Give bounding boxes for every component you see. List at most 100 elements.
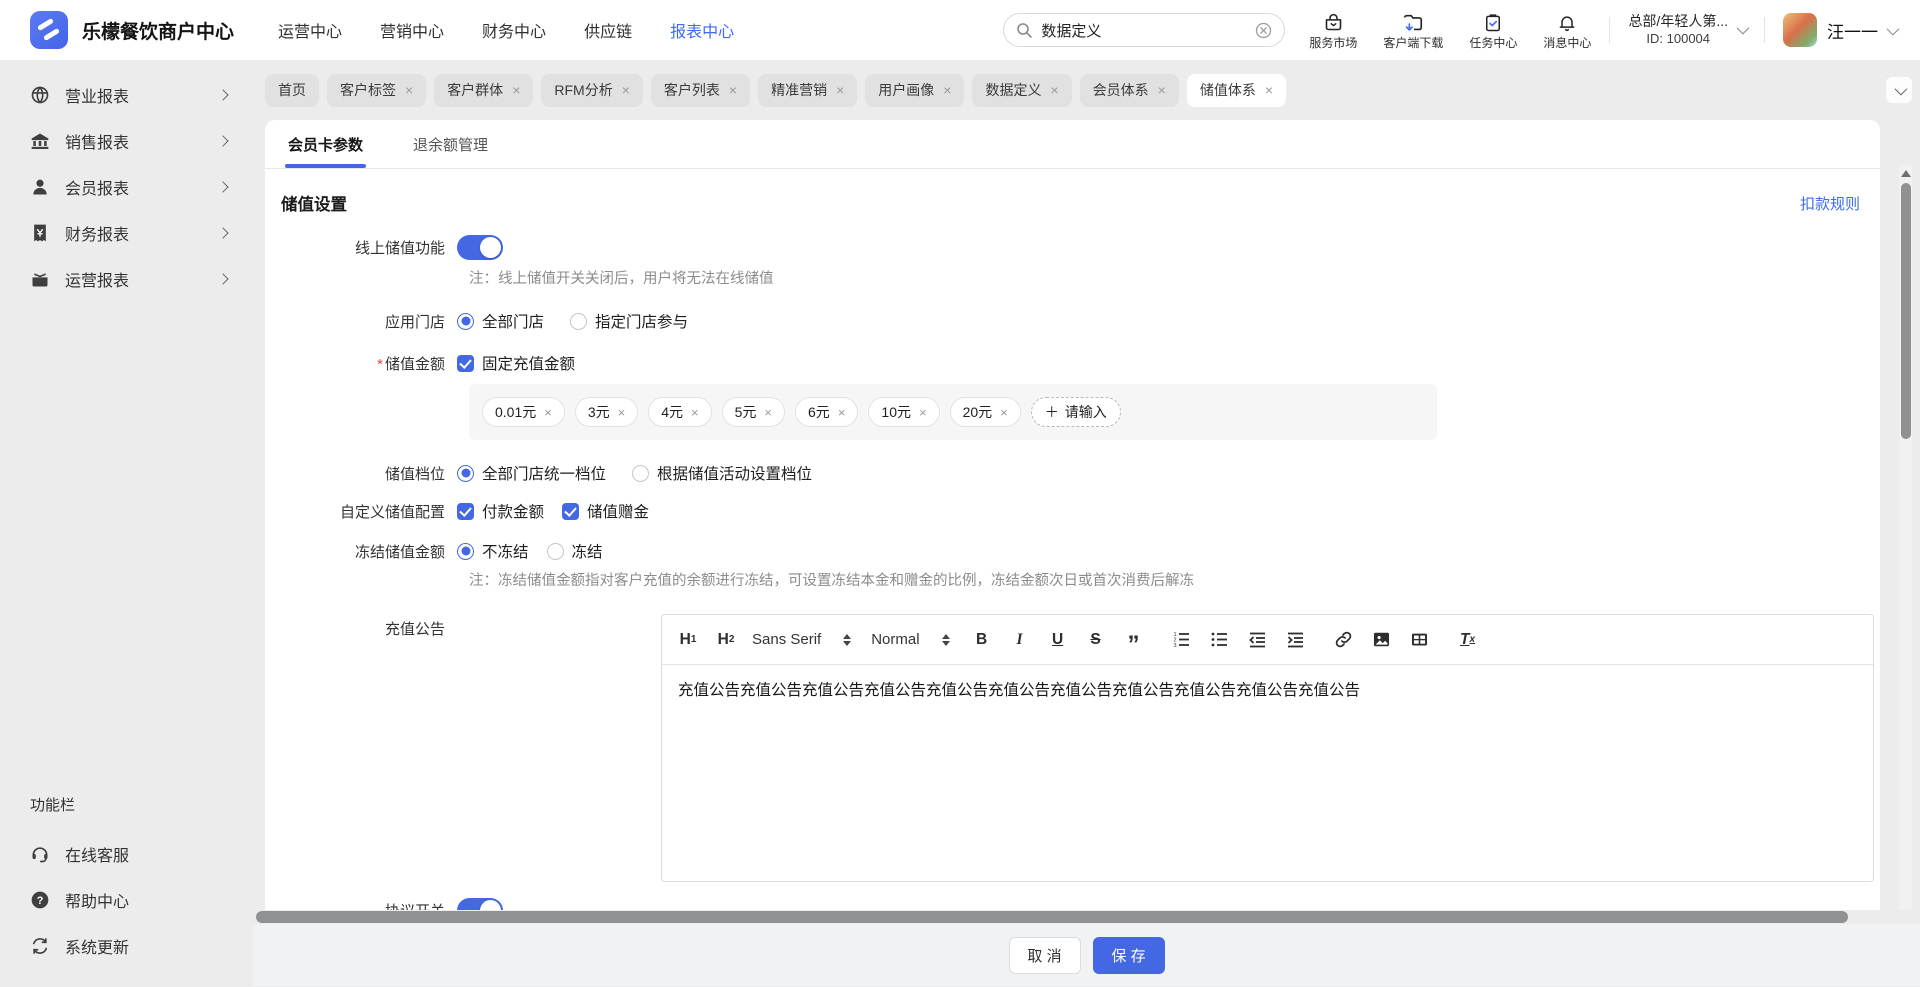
vertical-scrollbar-thumb[interactable] [1900, 183, 1911, 439]
save-button[interactable]: 保 存 [1092, 936, 1165, 974]
close-icon[interactable]: × [729, 83, 737, 97]
checkbox-payment-amount[interactable]: 付款金额 [457, 500, 544, 522]
video-button[interactable] [1408, 627, 1432, 653]
page-tab-data-definition[interactable]: 数据定义 × [972, 73, 1072, 107]
font-size-select[interactable]: Normal [871, 631, 950, 648]
user-menu[interactable]: 汪一一 [1783, 13, 1900, 47]
radio-unified-tier[interactable]: 全部门店统一档位 [457, 462, 606, 484]
blockquote-button[interactable]: ” [1122, 627, 1146, 656]
close-icon[interactable]: × [544, 406, 552, 419]
close-icon[interactable]: × [622, 83, 630, 97]
quick-client-download[interactable]: 客户端下载 [1383, 12, 1443, 49]
quick-task-center[interactable]: 任务中心 [1469, 12, 1517, 49]
sidebar-item-label: 财务报表 [65, 227, 130, 244]
radio-freeze[interactable]: 冻结 [546, 540, 603, 562]
editor-content[interactable]: 充值公告充值公告充值公告充值公告充值公告充值公告充值公告充值公告充值公告充值公告… [662, 665, 1873, 881]
tab-refund-balance-management[interactable]: 退余额管理 [410, 120, 491, 168]
checkbox-fixed-recharge-amount[interactable]: 固定充值金额 [457, 352, 575, 374]
sidebar-item-online-support[interactable]: 在线客服 [0, 831, 253, 877]
search-input[interactable] [1041, 21, 1248, 39]
sidebar-item-member-report[interactable]: 会员报表 [0, 164, 253, 210]
clipboard-check-icon [1469, 12, 1517, 34]
close-icon[interactable]: × [764, 406, 772, 419]
close-icon[interactable]: × [836, 83, 844, 97]
close-icon[interactable]: × [618, 406, 626, 419]
checkbox-stored-bonus[interactable]: 储值赠金 [562, 500, 649, 522]
strikethrough-button[interactable]: S [1084, 627, 1108, 653]
heading1-button[interactable]: H1 [676, 627, 700, 653]
close-icon[interactable]: × [1050, 83, 1058, 97]
underline-button[interactable]: U [1046, 627, 1070, 653]
tab-member-card-params[interactable]: 会员卡参数 [285, 120, 367, 168]
deduction-rules-link[interactable]: 扣款规则 [1800, 193, 1860, 214]
outdent-button[interactable] [1246, 627, 1270, 653]
heading2-button[interactable]: H2 [714, 627, 738, 653]
close-icon[interactable]: × [405, 83, 413, 97]
page-tab-user-profile[interactable]: 用户画像 × [865, 73, 965, 107]
tabstrip-more-button[interactable] [1886, 77, 1912, 103]
page-tab-rfm-analysis[interactable]: RFM分析 × [541, 73, 643, 107]
close-icon[interactable]: × [919, 406, 927, 419]
amount-tag-value: 4元 [661, 404, 684, 420]
cancel-button[interactable]: 取 消 [1008, 936, 1081, 974]
sidebar-item-help-center[interactable]: ? 帮助中心 [0, 877, 253, 923]
sidebar-item-operation-report[interactable]: 运营报表 [0, 256, 253, 302]
quick-message-center[interactable]: 消息中心 [1543, 12, 1591, 49]
page-tab-customer-list[interactable]: 客户列表 × [650, 73, 751, 107]
close-icon[interactable]: × [943, 83, 951, 97]
page-tab-home[interactable]: 首页 [265, 73, 319, 107]
ordered-list-button[interactable]: 123 [1170, 627, 1194, 653]
nav-finance-center[interactable]: 财务中心 [482, 18, 546, 42]
scroll-up-arrow-icon[interactable] [1900, 170, 1911, 177]
sidebar-item-finance-report[interactable]: 财务报表 [0, 210, 253, 256]
agreement-toggle[interactable] [457, 898, 503, 910]
nav-supply-chain[interactable]: 供应链 [584, 18, 632, 42]
page-tab-member-system[interactable]: 会员体系 × [1079, 73, 1179, 107]
clear-format-button[interactable]: Tx [1456, 627, 1480, 653]
indent-button[interactable] [1284, 627, 1308, 653]
field-label-tier: 储值档位 [384, 465, 445, 483]
close-icon[interactable]: × [691, 406, 699, 419]
link-button[interactable] [1332, 627, 1356, 653]
horizontal-scrollbar-track[interactable] [253, 910, 1920, 924]
close-icon[interactable]: × [512, 83, 520, 97]
quick-service-market[interactable]: 服务市场 [1309, 12, 1357, 49]
search-clear-icon[interactable] [1255, 22, 1272, 39]
image-button[interactable] [1370, 627, 1394, 653]
close-icon[interactable]: × [1265, 83, 1273, 97]
add-amount-button[interactable]: ＋ 请输入 [1030, 397, 1121, 427]
font-size-value: Normal [871, 631, 920, 648]
close-icon[interactable]: × [1000, 406, 1008, 419]
search-icon [1016, 22, 1033, 39]
global-search[interactable] [1003, 13, 1286, 47]
radio-specified-stores[interactable]: 指定门店参与 [570, 310, 688, 332]
radio-activity-tier[interactable]: 根据储值活动设置档位 [632, 462, 812, 484]
radio-all-stores[interactable]: 全部门店 [457, 310, 544, 332]
font-family-select[interactable]: Sans Serif [752, 631, 852, 648]
chevron-right-icon [217, 181, 229, 193]
nav-marketing-center[interactable]: 营销中心 [380, 18, 444, 42]
nav-report-center[interactable]: 报表中心 [670, 18, 734, 42]
bullet-list-button[interactable] [1208, 627, 1232, 653]
sidebar-item-business-report[interactable]: 营业报表 [0, 72, 253, 118]
sidebar-item-system-update[interactable]: 系统更新 [0, 923, 253, 969]
quick-label: 客户端下载 [1383, 35, 1444, 50]
sidebar-item-sales-report[interactable]: 销售报表 [0, 118, 253, 164]
close-icon[interactable]: × [838, 406, 846, 419]
org-switcher[interactable]: 总部/年轻人第... ID: 100004 [1628, 12, 1750, 47]
page-tab-customer-tags[interactable]: 客户标签 × [327, 73, 427, 107]
page-tab-customer-groups[interactable]: 客户群体 × [434, 73, 534, 107]
checkbox-label: 储值赠金 [587, 504, 650, 521]
vertical-scrollbar-track[interactable] [1899, 165, 1912, 910]
close-icon[interactable]: × [1158, 83, 1166, 97]
bold-button[interactable]: B [970, 627, 994, 653]
nav-operation-center[interactable]: 运营中心 [278, 18, 342, 42]
add-amount-label: 请输入 [1064, 404, 1107, 420]
italic-button[interactable]: I [1008, 627, 1032, 653]
page-tab-stored-value-system[interactable]: 储值体系 × [1186, 73, 1287, 107]
online-recharge-toggle[interactable] [457, 235, 503, 260]
radio-no-freeze[interactable]: 不冻结 [457, 540, 529, 562]
page-tab-precise-marketing[interactable]: 精准营销 × [758, 73, 858, 107]
horizontal-scrollbar-thumb[interactable] [256, 911, 1848, 923]
globe-icon [30, 85, 50, 105]
